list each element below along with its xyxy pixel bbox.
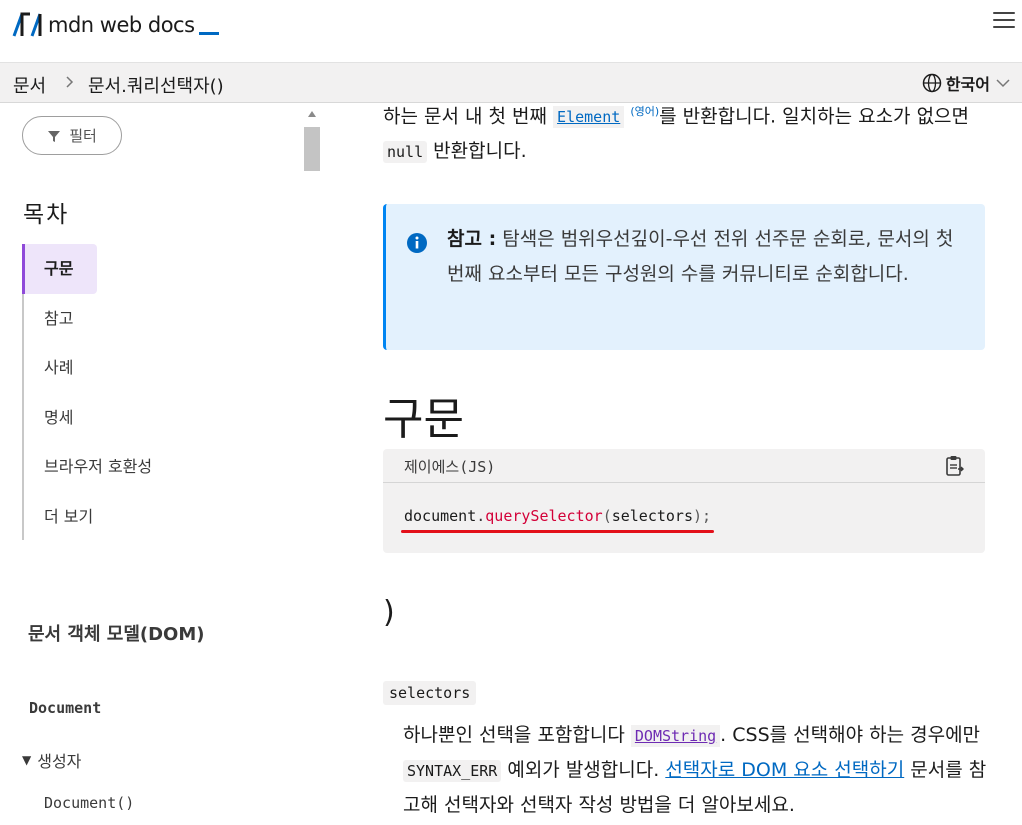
- mdn-logo[interactable]: mdn web docs: [12, 10, 219, 40]
- sidebar-constructors-toggle[interactable]: ▼ 생성자: [22, 748, 81, 772]
- param-name: selectors: [383, 681, 477, 705]
- note-callout: 참고 : 탐색은 범위우선깊이-우선 전위 선주문 순회로, 문서의 첫 번째 …: [383, 204, 985, 350]
- code-method: querySelector: [485, 507, 603, 525]
- logo-text: mdn web docs: [48, 13, 195, 37]
- info-icon: [407, 233, 427, 253]
- triangle-down-icon: ▼: [22, 753, 32, 767]
- code-arg: selectors: [611, 507, 693, 525]
- red-annotation-underline: [401, 530, 714, 533]
- intro-text-3: 반환합니다.: [427, 140, 527, 163]
- domstring-link[interactable]: DOMString: [630, 725, 721, 747]
- sidebar: 필터 목차 구문 참고 사례 명세 브라우저 호환성 더 보기 문서 객체 모델…: [0, 103, 330, 825]
- code-language-label: 제이에스(JS): [404, 458, 496, 476]
- breadcrumb-item-current[interactable]: 문서.쿼리선택자(): [88, 72, 224, 98]
- breadcrumb-item-documents[interactable]: 문서: [13, 72, 46, 98]
- mdn-logo-icon: [12, 12, 42, 37]
- note-body: 탐색은 범위우선깊이-우선 전위 선주문 순회로, 문서의 첫 번째 요소부터 …: [447, 228, 954, 285]
- param-text-2: . CSS를 선택해야 하는 경우에만: [720, 724, 981, 746]
- filter-button[interactable]: 필터: [22, 116, 122, 155]
- note-label: 참고 :: [447, 228, 497, 250]
- toc-item-examples[interactable]: 사례: [24, 343, 99, 393]
- stray-paren: ): [383, 595, 395, 630]
- copy-button[interactable]: [945, 455, 965, 481]
- filter-icon: [48, 130, 61, 142]
- chevron-right-icon: [66, 76, 74, 88]
- param-text-1: 하나뿐인 선택을 포함합니다: [403, 724, 631, 746]
- param-description: 하나뿐인 선택을 포함합니다 DOMString. CSS를 선택해야 하는 경…: [403, 718, 993, 822]
- chevron-down-icon: [996, 79, 1010, 88]
- sidebar-link-document[interactable]: Document: [29, 699, 101, 717]
- clipboard-icon: [946, 456, 964, 476]
- main-content: 하는 문서 내 첫 번째 Element (영어)를 반환합니다. 일치하는 요…: [383, 103, 986, 825]
- code-object: document: [404, 507, 477, 525]
- hamburger-menu-icon[interactable]: [993, 12, 1015, 32]
- filter-label: 필터: [69, 127, 97, 145]
- toc-item-notes[interactable]: 참고: [24, 294, 99, 344]
- toc-item-browser-compat[interactable]: 브라우저 호환성: [24, 442, 152, 492]
- code-example: 제이에스(JS) document.querySelector(selector…: [383, 449, 985, 553]
- note-text: 참고 : 탐색은 범위우선깊이-우선 전위 선주문 순회로, 문서의 첫 번째 …: [447, 222, 967, 292]
- scroll-thumb[interactable]: [304, 127, 320, 171]
- toc-list: 구문 참고 사례 명세 브라우저 호환성 더 보기: [22, 244, 222, 540]
- english-tag: (영어): [630, 105, 660, 118]
- language-selector[interactable]: 한국어: [922, 71, 1016, 95]
- toc-item-see-also[interactable]: 더 보기: [24, 492, 99, 542]
- param-text-3: 예외가 발생합니다.: [501, 759, 666, 781]
- intro-text-1: 하는 문서 내 첫 번째: [383, 105, 554, 128]
- selectors-guide-link[interactable]: 선택자로 DOM 요소 선택하기: [665, 759, 904, 781]
- element-link[interactable]: Element: [553, 106, 625, 129]
- toc-item-specifications[interactable]: 명세: [24, 393, 99, 443]
- intro-text-2: 를 반환합니다. 일치하는 요소가 없으면: [659, 105, 970, 128]
- sidebar-scrollbar[interactable]: [304, 111, 320, 173]
- language-label: 한국어: [945, 75, 990, 94]
- constructors-label: 생성자: [37, 752, 82, 771]
- toc-item-syntax[interactable]: 구문: [22, 244, 97, 294]
- scroll-up-icon[interactable]: [308, 111, 316, 117]
- toc-title: 목차: [23, 202, 70, 228]
- null-code: null: [383, 141, 428, 164]
- logo-cursor: [198, 31, 219, 35]
- sidebar-section-title: 문서 객체 모델(DOM): [28, 624, 205, 645]
- code-line: document.querySelector(selectors);: [404, 507, 712, 525]
- code-suffix: );: [693, 507, 712, 525]
- intro-paragraph: 하는 문서 내 첫 번째 Element (영어)를 반환합니다. 일치하는 요…: [383, 95, 985, 169]
- syntax-err-code: SYNTAX_ERR: [403, 760, 502, 782]
- top-header: mdn web docs: [0, 0, 1022, 62]
- syntax-heading: 구문: [383, 394, 464, 445]
- code-header: 제이에스(JS): [383, 449, 985, 483]
- globe-icon: [922, 73, 942, 93]
- sidebar-link-document-constructor[interactable]: Document(): [44, 794, 134, 812]
